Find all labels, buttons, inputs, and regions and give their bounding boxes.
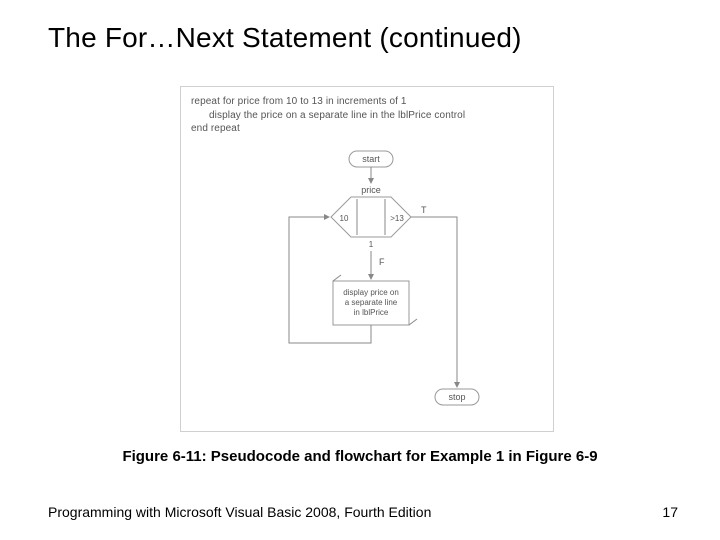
process-line-1: display price on [343, 288, 399, 297]
page-number: 17 [662, 504, 678, 520]
figure-box: repeat for price from 10 to 13 in increm… [180, 86, 554, 432]
pseudo-line-1: repeat for price from 10 to 13 in increm… [191, 96, 407, 107]
slide-title: The For…Next Statement (continued) [48, 22, 690, 54]
hex-step: 1 [369, 240, 374, 249]
figure-caption: Figure 6-11: Pseudocode and flowchart fo… [0, 448, 720, 465]
pseudocode-block: repeat for price from 10 to 13 in increm… [191, 95, 543, 136]
pseudo-line-2: display the price on a separate line in … [191, 109, 543, 123]
hex-init: 10 [340, 214, 349, 223]
start-label: start [362, 154, 380, 164]
footer-text: Programming with Microsoft Visual Basic … [48, 504, 431, 520]
true-label: T [421, 205, 427, 215]
arrow-true-to-stop [411, 217, 457, 387]
process-line-2: a separate line [345, 298, 398, 307]
hex-cond: >13 [390, 214, 404, 223]
process-line-3: in lblPrice [354, 308, 389, 317]
false-label: F [379, 257, 385, 267]
flowchart: start price 10 >13 1 T F [181, 147, 553, 431]
stop-label: stop [448, 392, 465, 402]
slide: The For…Next Statement (continued) repea… [0, 0, 720, 540]
pseudo-line-3: end repeat [191, 123, 240, 134]
loop-var-label: price [361, 185, 381, 195]
